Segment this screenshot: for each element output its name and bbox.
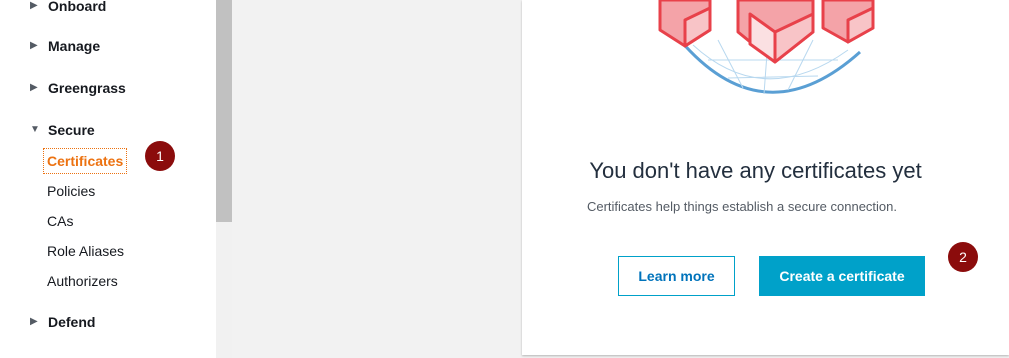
sidebar-item-authorizers[interactable]: Authorizers [47,271,118,291]
step-badge-1: 1 [145,141,175,171]
nav-section-label: Defend [48,314,96,330]
nav-section-manage[interactable]: ▶ Manage [0,36,100,56]
nav-section-greengrass[interactable]: ▶ Greengrass [0,78,126,98]
sidebar-item-role-aliases[interactable]: Role Aliases [47,241,124,261]
nav-section-label: Greengrass [48,80,126,96]
caret-down-icon: ▼ [30,124,40,135]
empty-state-title: You don't have any certificates yet [589,158,922,183]
learn-more-button[interactable]: Learn more [618,256,735,296]
caret-right-icon: ▶ [30,82,38,93]
sidebar-item-policies[interactable]: Policies [47,181,95,201]
sidebar-item-cas[interactable]: CAs [47,211,73,231]
nav-section-defend[interactable]: ▶ Defend [0,312,95,332]
caret-right-icon: ▶ [30,316,38,327]
nav-section-secure[interactable]: ▼ Secure [0,120,95,140]
sidebar-nav: ▶ Onboard ▶ Manage ▶ Greengrass ▼ Secure… [0,0,216,358]
create-certificate-button[interactable]: Create a certificate [759,256,925,296]
nav-section-label: Onboard [48,0,107,14]
main-content-background [232,0,522,358]
nav-section-label: Secure [48,122,95,138]
nav-section-label: Manage [48,38,101,54]
certificates-illustration-icon [658,0,875,95]
caret-right-icon: ▶ [30,40,38,51]
sidebar-item-certificates[interactable]: Certificates [42,148,128,174]
nav-section-onboard[interactable]: ▶ Onboard [0,0,106,16]
empty-state-description: Certificates help things establish a sec… [586,199,897,214]
sidebar-scrollbar-thumb[interactable] [216,0,232,222]
step-badge-2: 2 [948,242,978,272]
caret-right-icon: ▶ [30,0,38,11]
